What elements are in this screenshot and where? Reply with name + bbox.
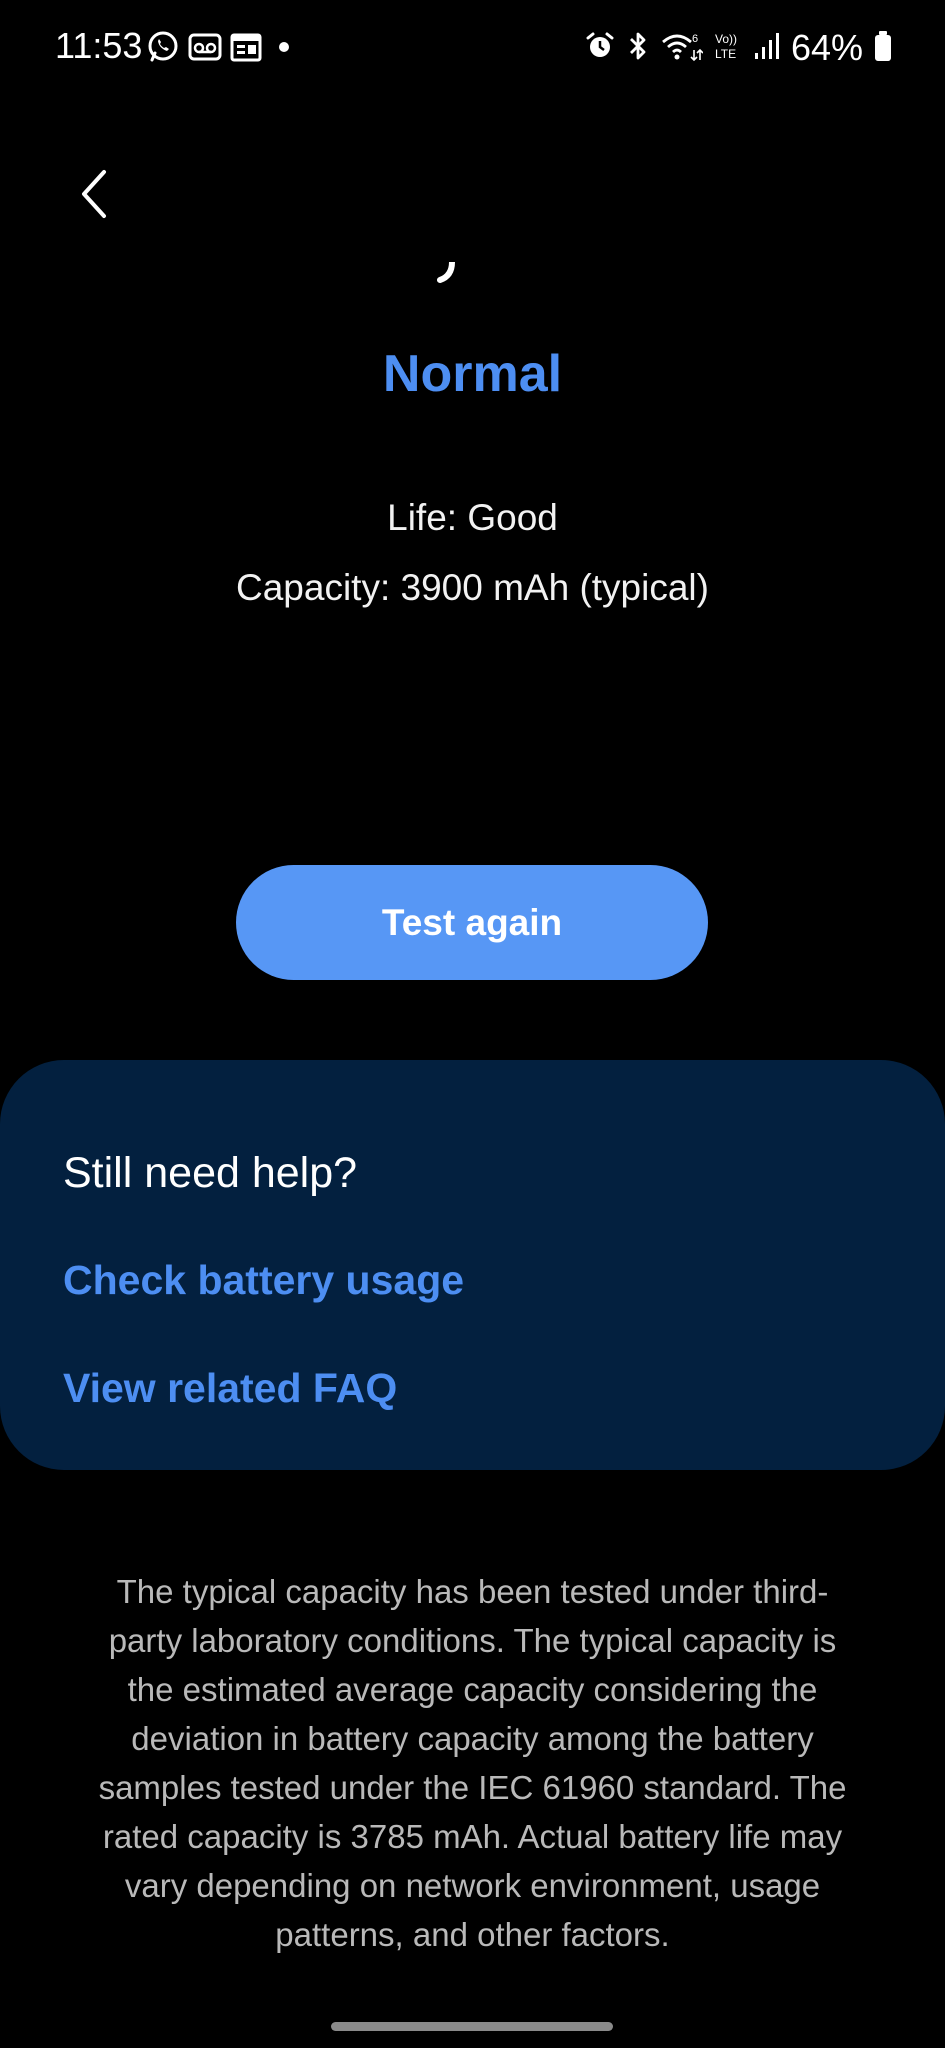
battery-life-text: Life: Good bbox=[387, 497, 558, 538]
view-related-faq-link[interactable]: View related FAQ bbox=[63, 1360, 397, 1416]
battery-status-result: Normal bbox=[382, 345, 563, 403]
whatsapp-icon bbox=[146, 30, 180, 69]
battery-capacity-text: Capacity: 3900 mAh (typical) bbox=[236, 567, 709, 608]
bluetooth-icon bbox=[625, 30, 651, 67]
capacity-disclaimer: The typical capacity has been tested und… bbox=[98, 1573, 847, 1953]
status-time: 11:53 bbox=[55, 25, 143, 66]
signal-icon bbox=[753, 31, 781, 66]
notification-icons bbox=[146, 30, 294, 69]
home-indicator[interactable] bbox=[331, 2022, 613, 2031]
battery-icon bbox=[873, 29, 893, 68]
test-again-button[interactable]: Test again bbox=[236, 865, 708, 980]
svg-text:Vo)): Vo)) bbox=[715, 32, 737, 46]
volte-icon: Vo)) LTE bbox=[713, 30, 743, 67]
calendar-icon bbox=[230, 32, 262, 67]
help-card: Still need help? Check battery usage Vie… bbox=[0, 1060, 945, 1470]
wifi-6-icon: 6 bbox=[661, 30, 704, 67]
check-battery-usage-link[interactable]: Check battery usage bbox=[63, 1252, 464, 1308]
svg-text:LTE: LTE bbox=[715, 47, 736, 61]
system-icons: 6 Vo)) LTE 64% bbox=[585, 26, 893, 70]
alarm-icon bbox=[585, 31, 615, 66]
scrolled-title-fragment bbox=[430, 262, 460, 292]
voicemail-icon bbox=[188, 32, 222, 67]
svg-text:6: 6 bbox=[692, 33, 698, 45]
help-title: Still need help? bbox=[63, 1149, 358, 1197]
battery-percent: 64% bbox=[790, 27, 863, 68]
chevron-left-icon bbox=[74, 166, 114, 227]
back-button[interactable] bbox=[62, 160, 126, 232]
status-bar: 11:53 6 Vo)) LTE 64% bbox=[0, 0, 945, 96]
dot-icon bbox=[270, 37, 294, 62]
